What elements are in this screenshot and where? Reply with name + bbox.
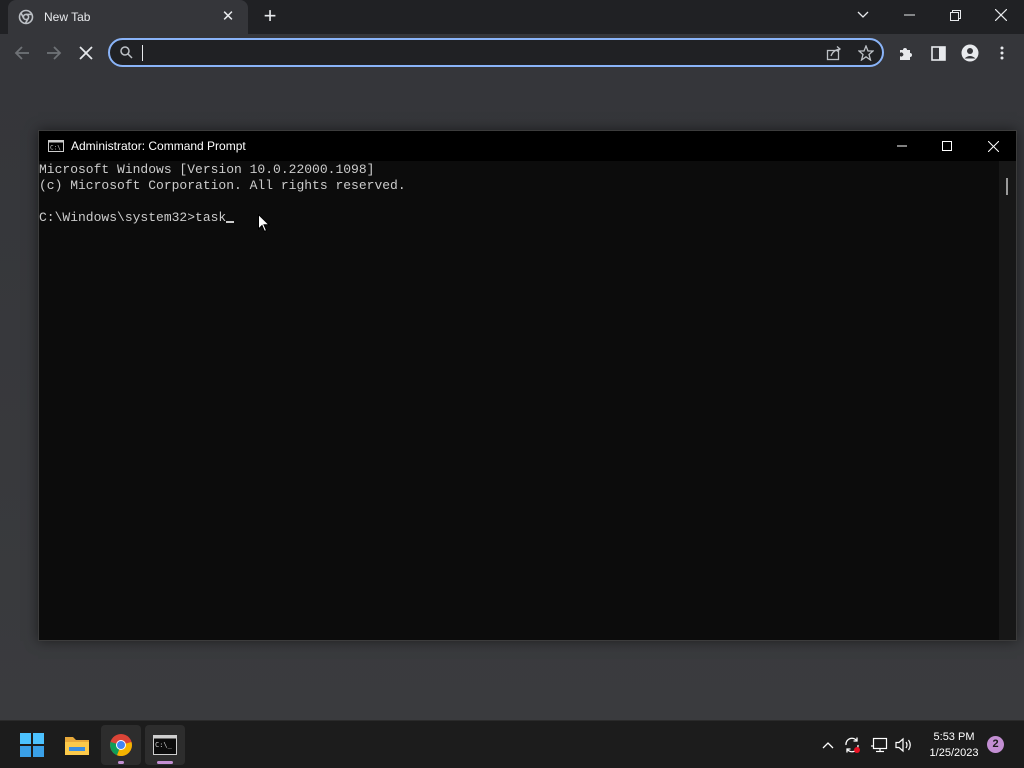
restore-icon bbox=[949, 9, 961, 21]
tray-volume-button[interactable] bbox=[894, 735, 914, 755]
console-line: (c) Microsoft Corporation. All rights re… bbox=[39, 178, 406, 193]
cmd-close-button[interactable] bbox=[970, 131, 1016, 161]
cmd-minimize-button[interactable] bbox=[879, 131, 925, 161]
stop-x-icon bbox=[79, 46, 93, 60]
svg-text:C:\_: C:\_ bbox=[155, 741, 173, 749]
restore-button[interactable] bbox=[932, 0, 978, 30]
menu-button[interactable] bbox=[988, 39, 1016, 67]
forward-button[interactable] bbox=[40, 39, 68, 67]
minimize-icon bbox=[903, 14, 915, 16]
start-button[interactable] bbox=[12, 725, 52, 765]
taskbar-chrome[interactable] bbox=[101, 725, 141, 765]
svg-text:C:\: C:\ bbox=[50, 145, 61, 152]
sync-icon bbox=[845, 737, 860, 753]
puzzle-icon bbox=[900, 48, 912, 60]
tab-search-button[interactable] bbox=[840, 0, 886, 30]
arrow-left-icon bbox=[14, 46, 29, 60]
chevron-up-icon bbox=[822, 742, 834, 749]
show-hidden-icons-button[interactable] bbox=[818, 735, 838, 755]
console-prompt-line: C:\Windows\system32>task bbox=[39, 210, 999, 226]
cmd-app-icon: C:\ bbox=[48, 140, 64, 152]
taskbar-file-explorer[interactable] bbox=[57, 725, 97, 765]
speaker-icon bbox=[895, 737, 911, 753]
notification-badge[interactable]: 2 bbox=[987, 736, 1004, 753]
share-icon[interactable] bbox=[826, 45, 842, 61]
taskbar-command-prompt[interactable]: C:\_ bbox=[145, 725, 185, 765]
side-panel-icon bbox=[930, 45, 946, 61]
console-line: Microsoft Windows [Version 10.0.22000.10… bbox=[39, 162, 375, 177]
active-indicator bbox=[157, 761, 173, 764]
minimize-button[interactable] bbox=[886, 0, 932, 30]
clock-time: 5:53 PM bbox=[933, 731, 975, 743]
console-cursor bbox=[226, 221, 235, 223]
tab-close-icon[interactable]: ✕ bbox=[218, 7, 238, 27]
tray-network-button[interactable] bbox=[870, 735, 890, 755]
minimize-icon bbox=[897, 145, 907, 147]
maximize-icon bbox=[942, 141, 952, 151]
close-icon bbox=[995, 9, 1007, 21]
tab-new-tab[interactable]: New Tab ✕ bbox=[8, 0, 248, 34]
arrow-right-icon bbox=[47, 46, 62, 60]
extensions-button[interactable] bbox=[892, 39, 920, 67]
new-tab-button[interactable]: + bbox=[258, 5, 282, 29]
running-indicator bbox=[118, 761, 124, 764]
close-button[interactable] bbox=[978, 0, 1024, 30]
chrome-icon bbox=[110, 734, 133, 757]
chevron-down-icon bbox=[857, 11, 869, 18]
scrollbar-thumb[interactable] bbox=[1006, 178, 1008, 195]
terminal-icon: C:\_ bbox=[153, 735, 177, 755]
tab-title: New Tab bbox=[44, 10, 91, 24]
mouse-pointer-icon bbox=[258, 214, 270, 233]
cmd-window-title: Administrator: Command Prompt bbox=[71, 139, 246, 153]
back-button[interactable] bbox=[8, 39, 36, 67]
tray-sync-button[interactable] bbox=[842, 735, 862, 755]
avatar-icon bbox=[961, 44, 979, 62]
cmd-scrollbar[interactable] bbox=[999, 161, 1016, 640]
console-line: C:\Windows\system32>task bbox=[39, 210, 227, 225]
stop-button[interactable] bbox=[72, 39, 100, 67]
profile-button[interactable] bbox=[956, 39, 984, 67]
taskbar: C:\_ 5:53 PM 1/25/2023 bbox=[0, 720, 1024, 768]
chrome-favicon-icon bbox=[18, 9, 34, 25]
folder-icon bbox=[65, 737, 89, 755]
browser-toolbar bbox=[0, 34, 1024, 72]
omnibox-input[interactable] bbox=[140, 43, 820, 63]
bookmark-star-icon[interactable] bbox=[858, 45, 874, 61]
windows-logo-icon bbox=[20, 733, 44, 757]
cmd-titlebar[interactable]: C:\ Administrator: Command Prompt bbox=[39, 131, 1016, 161]
side-panel-button[interactable] bbox=[924, 39, 952, 67]
network-icon bbox=[871, 737, 888, 753]
console-output[interactable]: Microsoft Windows [Version 10.0.22000.10… bbox=[39, 161, 999, 640]
search-icon bbox=[120, 46, 133, 59]
taskbar-clock[interactable]: 5:53 PM 1/25/2023 bbox=[920, 729, 988, 761]
text-caret bbox=[142, 45, 143, 61]
kebab-menu-icon bbox=[1000, 46, 1004, 60]
command-prompt-window: C:\ Administrator: Command Prompt Micros… bbox=[38, 130, 1017, 641]
omnibox[interactable] bbox=[108, 38, 884, 67]
close-icon bbox=[987, 140, 999, 152]
cmd-maximize-button[interactable] bbox=[924, 131, 970, 161]
tab-strip: New Tab ✕ + bbox=[0, 0, 1024, 34]
clock-date: 1/25/2023 bbox=[929, 747, 979, 759]
